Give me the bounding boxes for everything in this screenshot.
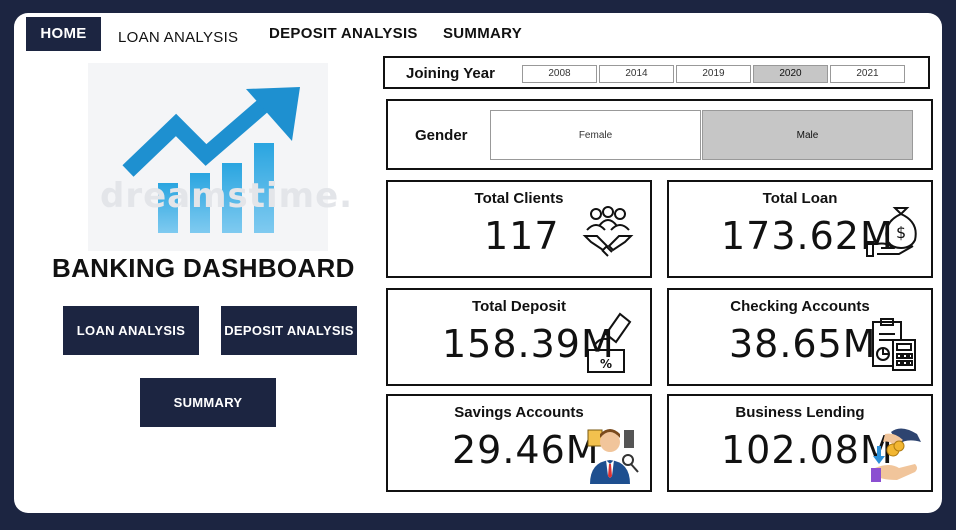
- dashboard-canvas: HOME LOAN ANALYSIS DEPOSIT ANALYSIS SUMM…: [14, 13, 942, 513]
- deposit-box-icon: %: [587, 312, 632, 373]
- kpi-value: 38.65M: [729, 322, 877, 366]
- tab-home[interactable]: HOME: [26, 17, 101, 51]
- gender-label: Gender: [415, 127, 468, 144]
- svg-text:$: $: [896, 223, 906, 242]
- year-option-2014[interactable]: 2014: [599, 65, 674, 83]
- joining-year-label: Joining Year: [406, 65, 495, 82]
- coins-hand-icon: [871, 428, 921, 482]
- kpi-card-total-deposit: Total Deposit 158.39M %: [386, 288, 652, 386]
- kpi-value: 29.46M: [452, 428, 600, 472]
- gender-slicer: Gender Female Male: [386, 99, 933, 170]
- kpi-card-savings-accounts: Savings Accounts 29.46M: [386, 394, 652, 492]
- logo-watermark: dreamstime.: [100, 176, 354, 216]
- growth-chart-logo: dreamstime.: [88, 63, 352, 251]
- kpi-card-total-loan: Total Loan 173.62M $: [667, 180, 933, 278]
- growth-arrow-icon: [122, 87, 300, 233]
- kpi-title: Savings Accounts: [454, 404, 584, 421]
- joining-year-slicer: Joining Year 2008 2014 2019 2020 2021: [383, 56, 930, 89]
- calculator-clipboard-icon: [872, 318, 916, 371]
- page-title: BANKING DASHBOARD: [52, 253, 355, 283]
- kpi-value: 117: [484, 214, 560, 258]
- kpi-card-total-clients: Total Clients 117: [386, 180, 652, 278]
- kpi-title: Business Lending: [735, 404, 865, 421]
- kpi-card-business-lending: Business Lending 102.08M: [667, 394, 933, 492]
- year-option-2008[interactable]: 2008: [522, 65, 597, 83]
- year-option-2019[interactable]: 2019: [676, 65, 751, 83]
- businessman-icon: [587, 429, 639, 484]
- deposit-analysis-button[interactable]: DEPOSIT ANALYSIS: [221, 306, 357, 355]
- svg-text:%: %: [600, 357, 612, 371]
- loan-analysis-button[interactable]: LOAN ANALYSIS: [63, 306, 199, 355]
- people-handshake-icon: [582, 206, 634, 257]
- kpi-title: Total Clients: [474, 190, 564, 207]
- kpi-value: 102.08M: [721, 428, 894, 472]
- tab-deposit-analysis[interactable]: DEPOSIT ANALYSIS: [269, 17, 418, 51]
- gender-option-male[interactable]: Male: [702, 110, 913, 160]
- summary-button[interactable]: SUMMARY: [140, 378, 276, 427]
- kpi-title: Checking Accounts: [730, 298, 870, 315]
- year-option-2021[interactable]: 2021: [830, 65, 905, 83]
- tab-loan-analysis[interactable]: LOAN ANALYSIS: [118, 21, 238, 55]
- year-option-2020[interactable]: 2020: [753, 65, 828, 83]
- tab-summary[interactable]: SUMMARY: [443, 17, 522, 51]
- kpi-card-checking-accounts: Checking Accounts 38.65M: [667, 288, 933, 386]
- money-bag-hand-icon: $: [866, 207, 917, 257]
- gender-option-female[interactable]: Female: [490, 110, 701, 160]
